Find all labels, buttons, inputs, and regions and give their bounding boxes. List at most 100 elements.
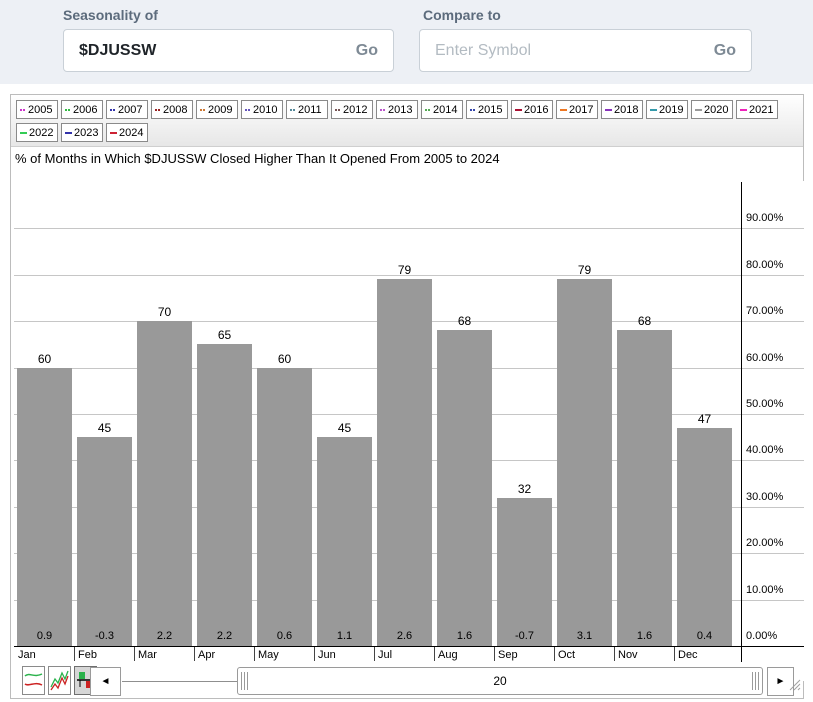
year-toggle-2006[interactable]: 2006 xyxy=(61,100,103,119)
seasonality-symbol-input[interactable] xyxy=(64,42,341,60)
y-axis-tick-label: 60.00% xyxy=(746,352,783,365)
seasonality-chart-widget: 2005 2006 2007 2008 2009 201020112012 2013 2014… xyxy=(10,94,804,699)
year-marker-icon xyxy=(200,109,206,111)
year-marker-icon xyxy=(290,109,296,111)
year-toggle-2019[interactable]: 2019 xyxy=(646,100,688,119)
year-toggle-2016[interactable]: 2016 xyxy=(511,100,553,119)
year-marker-icon xyxy=(20,132,27,134)
bar-value-label: 45 xyxy=(317,421,372,435)
year-toggle-2011[interactable]: 2011 xyxy=(286,100,328,119)
bar-Feb xyxy=(77,437,132,646)
year-toggle-2021[interactable]: 2021 xyxy=(736,100,778,119)
year-marker-icon xyxy=(245,109,251,111)
bar-Jun xyxy=(317,437,372,646)
bar-value-label: 68 xyxy=(617,314,672,328)
bar-avg-change-label: 1.1 xyxy=(317,630,372,642)
bar-value-label: 79 xyxy=(557,263,612,277)
year-marker-icon xyxy=(605,109,612,111)
bar-avg-change-label: -0.7 xyxy=(497,630,552,642)
year-marker-icon xyxy=(515,109,522,111)
year-toggle-2020[interactable]: 2020 xyxy=(691,100,733,119)
year-toggle-2012[interactable]: 2012 xyxy=(331,100,373,119)
year-label: 2014 xyxy=(433,104,457,116)
bar-Nov xyxy=(617,330,672,646)
scroll-left-button[interactable]: ◄ xyxy=(90,667,121,696)
year-toggle-2010[interactable]: 2010 xyxy=(241,100,283,119)
resize-grip-icon[interactable] xyxy=(786,676,801,696)
year-toggle-2022[interactable]: 2022 xyxy=(16,123,58,142)
y-axis-tick-label: 90.00% xyxy=(746,212,783,225)
bar-avg-change-label: 3.1 xyxy=(557,630,612,642)
year-toggle-2009[interactable]: 2009 xyxy=(196,100,238,119)
bar-avg-change-label: 1.6 xyxy=(617,630,672,642)
year-label: 2009 xyxy=(208,104,232,116)
x-axis-month-label: Sep xyxy=(498,649,518,661)
year-label: 2018 xyxy=(614,104,638,116)
year-label: 2008 xyxy=(163,104,187,116)
year-toggle-2014[interactable]: 2014 xyxy=(421,100,463,119)
thumb-right-grip-icon xyxy=(752,672,759,690)
seasonality-of-label: Seasonality of xyxy=(63,7,158,23)
bar-avg-change-label: 0.6 xyxy=(257,630,312,642)
x-axis-tick xyxy=(134,647,135,661)
compare-to-label: Compare to xyxy=(423,7,501,23)
year-toggle-2013[interactable]: 2013 xyxy=(376,100,418,119)
cumulative-line-chart-icon[interactable] xyxy=(48,666,71,695)
seasonality-symbol-box: Go xyxy=(63,29,394,72)
seasonality-app: Seasonality of Go Compare to Go 2005 2006… xyxy=(0,0,813,702)
year-marker-icon xyxy=(740,109,747,111)
year-toggle-2007[interactable]: 2007 xyxy=(106,100,148,119)
bar-avg-change-label: 0.9 xyxy=(17,630,72,642)
compare-go-button[interactable]: Go xyxy=(699,42,751,60)
bar-Jul xyxy=(377,279,432,646)
year-marker-icon xyxy=(560,109,567,111)
x-axis-tick xyxy=(314,647,315,661)
compare-symbol-input[interactable] xyxy=(420,42,699,60)
year-label: 2007 xyxy=(118,104,142,116)
x-axis-tick xyxy=(674,647,675,661)
bar-value-label: 65 xyxy=(197,328,252,342)
x-axis-month-label: Dec xyxy=(678,649,698,661)
x-axis-month-label: Oct xyxy=(558,649,575,661)
year-label: 2024 xyxy=(119,127,143,139)
scrollbar-track[interactable] xyxy=(122,681,237,682)
year-marker-icon xyxy=(155,109,161,111)
bar-Oct xyxy=(557,279,612,646)
y-axis-tick-label: 50.00% xyxy=(746,398,783,411)
x-axis-tick xyxy=(194,647,195,661)
scrollbar-thumb[interactable]: 20 xyxy=(237,667,763,695)
bar-chart-plot: 90.00%80.00%70.00%60.00%50.00%40.00%30.0… xyxy=(14,181,804,681)
x-axis-tick xyxy=(614,647,615,661)
bar-Sep xyxy=(497,498,552,646)
year-label: 2015 xyxy=(478,104,502,116)
year-toggle-2024[interactable]: 2024 xyxy=(106,123,148,142)
year-label: 2006 xyxy=(73,104,97,116)
line-chart-icon[interactable] xyxy=(22,666,45,695)
x-axis-month-label: Jul xyxy=(378,649,392,661)
year-toggle-2008[interactable]: 2008 xyxy=(151,100,193,119)
bar-avg-change-label: 1.6 xyxy=(437,630,492,642)
year-marker-icon xyxy=(425,109,431,111)
year-label: 2020 xyxy=(704,104,728,116)
bar-value-label: 60 xyxy=(257,352,312,366)
x-axis-month-label: Feb xyxy=(78,649,97,661)
bar-value-label: 79 xyxy=(377,263,432,277)
year-label: 2021 xyxy=(749,104,773,116)
year-toggle-2005[interactable]: 2005 xyxy=(16,100,58,119)
year-marker-icon xyxy=(110,132,117,134)
year-label: 2013 xyxy=(388,104,412,116)
year-toggle-2015[interactable]: 2015 xyxy=(466,100,508,119)
bar-value-label: 70 xyxy=(137,305,192,319)
bar-Jan xyxy=(17,368,72,646)
year-label: 2017 xyxy=(569,104,593,116)
year-toggle-2017[interactable]: 2017 xyxy=(556,100,598,119)
bar-value-label: 47 xyxy=(677,412,732,426)
year-toggle-2023[interactable]: 2023 xyxy=(61,123,103,142)
seasonality-go-button[interactable]: Go xyxy=(341,42,393,60)
year-marker-icon xyxy=(335,109,341,111)
year-toggle-2018[interactable]: 2018 xyxy=(601,100,643,119)
year-label: 2022 xyxy=(29,127,53,139)
x-axis-month-label: Aug xyxy=(438,649,458,661)
bar-value-label: 45 xyxy=(77,421,132,435)
x-axis-tick xyxy=(374,647,375,661)
